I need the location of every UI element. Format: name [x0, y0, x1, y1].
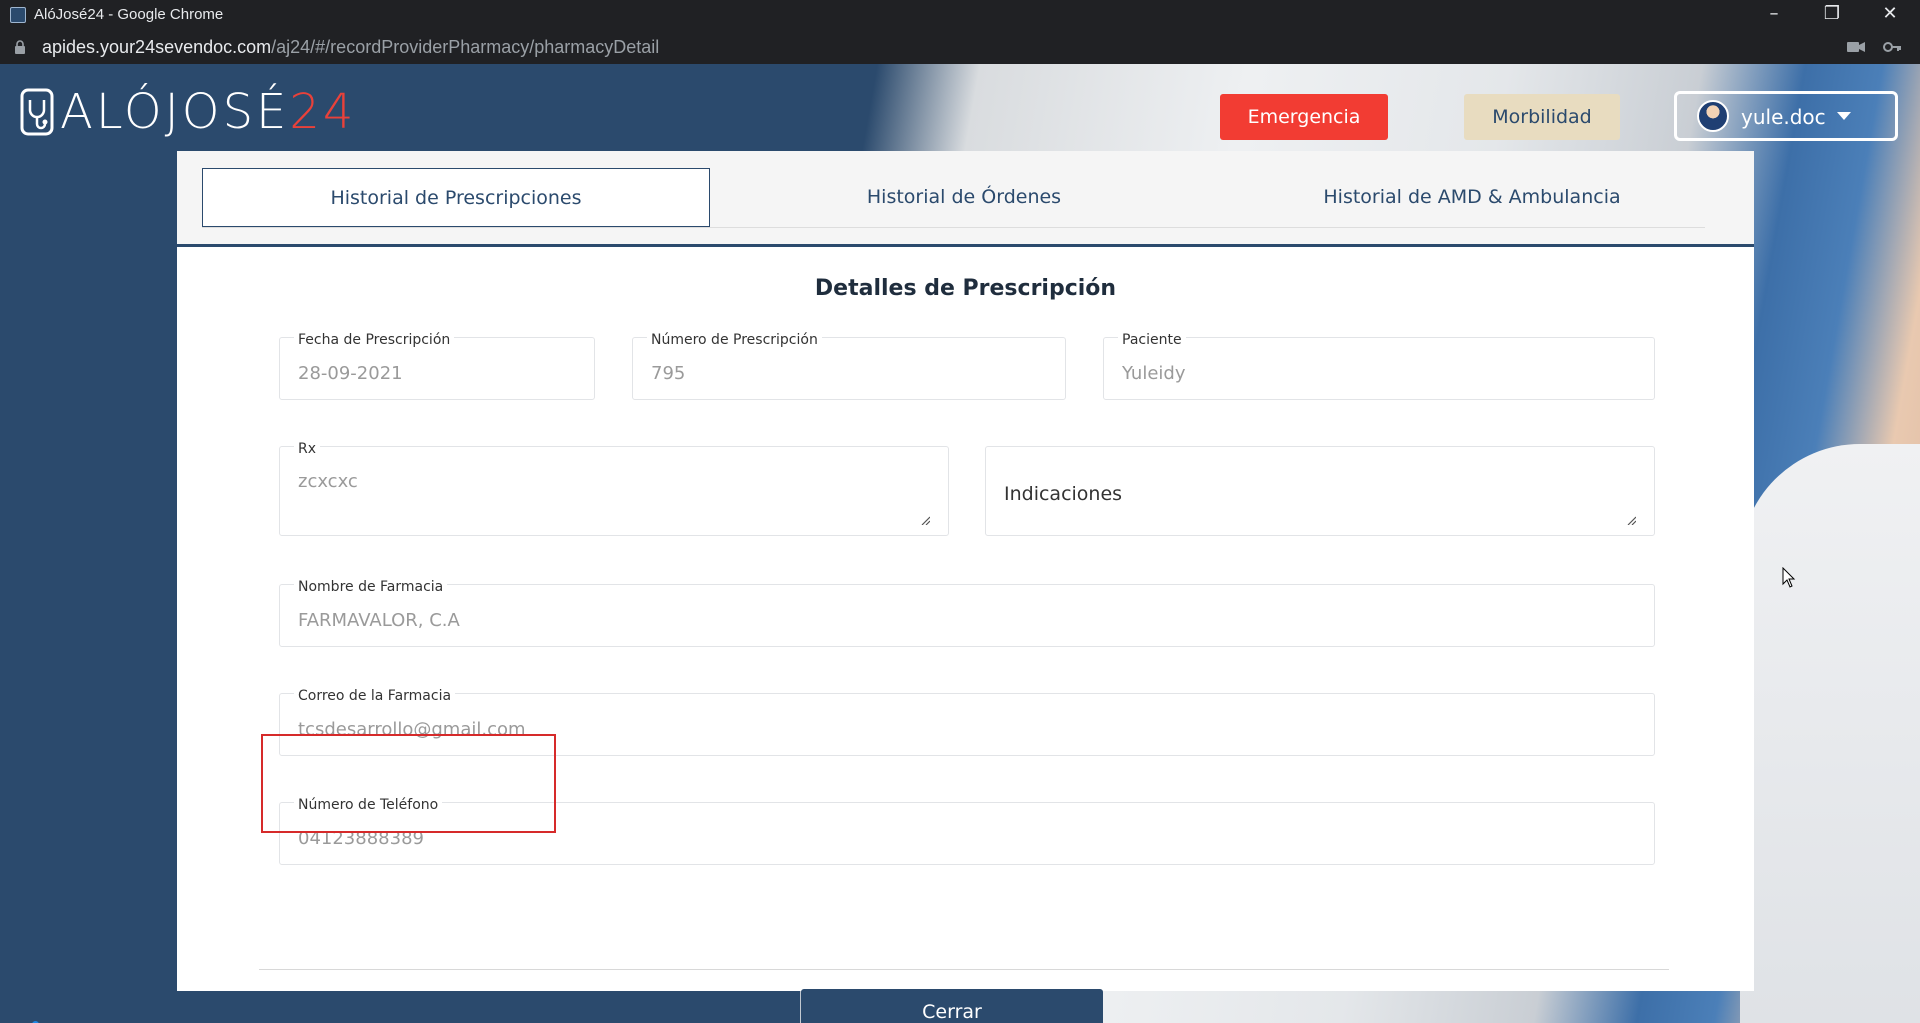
tab-divider	[202, 227, 1705, 228]
key-icon[interactable]	[1882, 38, 1902, 56]
tab-amd-ambulance[interactable]: Historial de AMD & Ambulancia	[1218, 168, 1726, 227]
logo-text: ALÓJOSÉ24	[60, 84, 356, 140]
form-divider	[259, 969, 1669, 970]
tab-orders[interactable]: Historial de Órdenes	[710, 168, 1218, 227]
restore-icon[interactable]: ❐	[1804, 0, 1860, 30]
annotation-highlight-box	[261, 734, 556, 833]
rx-label: Rx	[294, 441, 321, 457]
minimize-icon[interactable]: –	[1746, 0, 1802, 30]
prescription-date-label: Fecha de Prescripción	[294, 332, 455, 348]
resize-handle-icon[interactable]	[920, 515, 930, 525]
window-title: AlóJosé24 - Google Chrome	[34, 6, 224, 23]
camera-blocked-icon[interactable]	[1846, 38, 1866, 56]
pharmacy-name-label: Nombre de Farmacia	[294, 579, 448, 595]
url-path: /aj24/#/recordProviderPharmacy/pharmacyD…	[271, 37, 660, 57]
avatar	[1697, 100, 1729, 132]
morbidity-button[interactable]: Morbilidad	[1464, 94, 1620, 140]
prescription-card: Historial de Prescripciones Historial de…	[177, 151, 1754, 1023]
address-bar[interactable]: apides.your24sevendoc.com/aj24/#/recordP…	[0, 30, 1920, 64]
lock-icon	[15, 40, 25, 54]
url-text[interactable]: apides.your24sevendoc.com/aj24/#/recordP…	[42, 37, 659, 58]
browser-title-bar: AlóJosé24 - Google Chrome – ❐ ✕	[0, 0, 1920, 30]
url-host: apides.your24sevendoc.com	[42, 37, 272, 57]
prescription-date-field[interactable]: Fecha de Prescripción 28-09-2021	[279, 332, 595, 400]
prescription-date-value: 28-09-2021	[298, 363, 403, 384]
prescription-number-field[interactable]: Número de Prescripción 795	[632, 332, 1066, 400]
history-tabs: Historial de Prescripciones Historial de…	[177, 151, 1754, 247]
page-title: Detalles de Prescripción	[814, 276, 1117, 301]
patient-field[interactable]: Paciente Yuleidy	[1103, 332, 1655, 400]
resize-handle-icon[interactable]	[1626, 515, 1636, 525]
rx-textarea[interactable]: Rx zcxcxc	[279, 441, 949, 536]
app-page: ALÓJOSÉ24 Emergencia Morbilidad yule.doc…	[0, 64, 1920, 1023]
emergency-button[interactable]: Emergencia	[1220, 94, 1388, 140]
tab-prescriptions[interactable]: Historial de Prescripciones	[202, 168, 710, 227]
close-window-icon[interactable]: ✕	[1862, 0, 1918, 30]
close-button[interactable]: Cerrar	[801, 989, 1103, 1023]
app-logo[interactable]: ALÓJOSÉ24	[20, 84, 356, 140]
user-menu-button[interactable]: yule.doc	[1674, 91, 1898, 141]
indications-textarea[interactable]: Indicaciones	[985, 446, 1655, 536]
logo-main: ALÓJOSÉ	[60, 84, 290, 140]
pharmacy-email-label: Correo de la Farmacia	[294, 688, 456, 704]
prescription-number-value: 795	[651, 363, 686, 384]
prescription-number-label: Número de Prescripción	[647, 332, 822, 348]
patient-value: Yuleidy	[1122, 363, 1186, 384]
app-favicon-icon	[10, 7, 26, 23]
patient-label: Paciente	[1118, 332, 1186, 348]
caret-down-icon	[1837, 112, 1851, 120]
pharmacy-name-value: FARMAVALOR, C.A	[298, 610, 460, 631]
indications-placeholder: Indicaciones	[1004, 483, 1123, 505]
mouse-cursor-icon	[1782, 567, 1796, 588]
pharmacy-name-field[interactable]: Nombre de Farmacia FARMAVALOR, C.A	[279, 579, 1655, 647]
rx-value: zcxcxc	[298, 471, 358, 492]
stethoscope-phone-icon	[20, 88, 54, 136]
user-name: yule.doc	[1741, 105, 1826, 129]
background-photo-arm	[1740, 444, 1920, 1023]
logo-accent: 24	[289, 84, 357, 140]
